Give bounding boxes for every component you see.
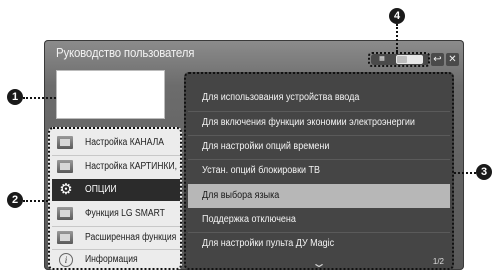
smart-icon	[57, 207, 73, 220]
close-icon[interactable]: ✕	[446, 53, 459, 66]
callout-3-leader	[454, 172, 476, 176]
scroll-down-icon[interactable]: ⌄	[311, 256, 327, 268]
list-item-magic-remote[interactable]: Для настройки пульта ДУ Magic	[188, 232, 450, 256]
sidebar-item-smart[interactable]: Функция LG SMART	[52, 203, 180, 225]
callout-4-leader	[396, 24, 400, 52]
gear-icon: ⚙	[59, 181, 73, 198]
sidebar-item-label: Функция LG SMART	[85, 208, 165, 219]
list-item-language[interactable]: Для выбора языка	[188, 184, 450, 208]
sidebar-item-label: Информация	[85, 254, 138, 265]
list-item-energy-saving[interactable]: Для включения функции экономии электроэн…	[188, 111, 450, 135]
sidebar-item-info[interactable]: i Информация	[52, 249, 180, 268]
info-icon: i	[59, 253, 73, 267]
sidebar-item-channel[interactable]: Настройка КАНАЛА	[52, 132, 180, 154]
list-item-label: Для использования устройства ввода	[202, 92, 360, 103]
callout-4: 4	[389, 8, 405, 24]
callout-1: 1	[7, 89, 23, 105]
sidebar: Настройка КАНАЛА Настройка КАРТИНКИ, ЗВУ…	[48, 127, 182, 270]
sidebar-item-advanced[interactable]: Расширенная функция	[52, 227, 180, 249]
preview-area	[56, 70, 165, 119]
page-indicator: 1/2	[432, 257, 444, 266]
advanced-icon	[57, 231, 73, 244]
controls-highlight	[368, 52, 430, 67]
main-list: Для использования устройства ввода Для в…	[184, 72, 454, 270]
back-icon[interactable]: ↩	[431, 53, 444, 66]
list-item-label: Для включения функции экономии электроэн…	[202, 117, 415, 128]
list-item-label: Поддержка отключена	[202, 214, 296, 225]
list-item-label: Для настройки опций времени	[202, 141, 330, 152]
list-item-label: Для выбора языка	[202, 190, 280, 201]
sidebar-item-label: ОПЦИИ	[85, 184, 117, 195]
list-item-label: Устан. опций блокировки ТВ	[202, 165, 321, 176]
list-item-lock-options[interactable]: Устан. опций блокировки ТВ	[188, 159, 450, 183]
list-item-time-options[interactable]: Для настройки опций времени	[188, 135, 450, 159]
channel-icon	[57, 136, 73, 149]
callout-2-leader	[23, 200, 48, 204]
callout-3: 3	[476, 164, 492, 180]
callout-1-leader	[23, 97, 56, 101]
list-item-input-device[interactable]: Для использования устройства ввода	[188, 86, 450, 110]
sidebar-item-options[interactable]: ⚙ ОПЦИИ	[52, 179, 180, 201]
sidebar-item-label: Настройка КАНАЛА	[85, 137, 164, 148]
picture-sound-icon	[57, 160, 73, 173]
callout-2: 2	[7, 192, 23, 208]
window-title: Руководство пользователя	[56, 45, 195, 60]
list-item-label: Для настройки пульта ДУ Magic	[202, 238, 335, 249]
sidebar-item-picture-sound[interactable]: Настройка КАРТИНКИ, ЗВУКА	[52, 156, 180, 178]
sidebar-item-label: Расширенная функция	[85, 232, 177, 243]
sidebar-item-label: Настройка КАРТИНКИ, ЗВУКА	[85, 161, 180, 172]
list-item-support-disabled[interactable]: Поддержка отключена	[188, 208, 450, 232]
